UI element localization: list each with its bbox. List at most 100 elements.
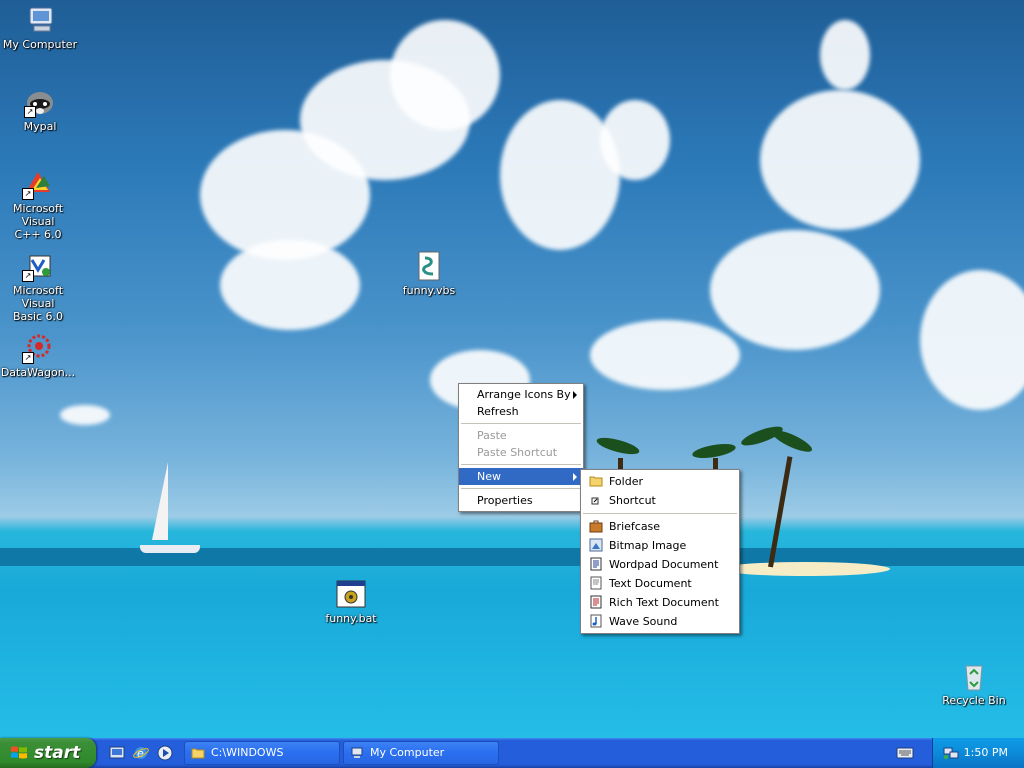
desktop-icon-label-line1: Microsoft Visual [12,202,64,228]
desktop-icon-recycle-bin[interactable]: Recycle Bin [934,660,1014,707]
submenu-item-wordpad-document[interactable]: Wordpad Document [581,555,739,574]
desktop-icon-label: DataWagon... [0,366,76,379]
wordpad-icon [590,557,602,571]
desktop-icon-label: funny.bat [325,612,377,625]
visual-basic-icon: ↗ [22,250,54,282]
taskbar-button-my-computer[interactable]: My Computer [343,741,499,765]
desktop-icon-mypal[interactable]: ↗ Mypal [0,86,80,133]
desktop-icon-label: funny.vbs [402,284,456,297]
folder-icon [589,476,603,487]
desktop-icon-visual-basic[interactable]: ↗ Microsoft Visual Basic 6.0 [0,250,78,323]
network-icon[interactable] [943,746,959,760]
desktop-icon-label-line1: Microsoft Visual [12,284,64,310]
vbs-script-icon [413,250,445,282]
task-label: My Computer [370,746,445,759]
menu-item-paste-shortcut[interactable]: Paste Shortcut [459,444,583,461]
cloud [820,20,870,90]
desktop-icon-label: Mypal [23,120,57,133]
raccoon-icon: ↗ [24,86,56,118]
my-computer-icon [24,4,56,36]
menu-item-properties[interactable]: Properties [459,492,583,509]
submenu-item-rich-text-document[interactable]: Rich Text Document [581,593,739,612]
menu-separator [583,513,737,514]
shortcut-arrow-icon: ↗ [22,352,34,364]
menu-item-refresh[interactable]: Refresh [459,403,583,420]
desktop-icon-label-line2: C++ 6.0 [14,228,62,241]
submenu-arrow-icon [573,391,577,399]
cloud [760,90,920,230]
desktop[interactable]: My Computer ↗ Mypal ↗ Microsoft Visual C… [0,0,1024,738]
submenu-item-label: Rich Text Document [609,596,719,609]
taskbar-button-windows-folder[interactable]: C:\WINDOWS [184,741,340,765]
menu-item-new[interactable]: New [459,468,583,485]
shortcut-arrow-icon: ↗ [22,188,34,200]
menu-item-label: Paste [477,429,507,442]
rich-text-icon [590,595,602,609]
cloud [390,20,500,130]
desktop-icon-my-computer[interactable]: My Computer [0,4,80,51]
my-computer-icon [351,747,363,758]
menu-separator [461,464,581,465]
desktop-icon-label-line2: Basic 6.0 [12,310,64,323]
menu-item-label: New [477,470,501,483]
desktop-icon-visual-cpp[interactable]: ↗ Microsoft Visual C++ 6.0 [0,168,78,241]
visual-cpp-icon: ↗ [22,168,54,200]
sailboat [152,462,168,540]
quick-launch-bar: e [104,744,180,762]
cloud [710,230,880,350]
palm-leaves [595,434,641,458]
submenu-item-label: Wordpad Document [609,558,719,571]
menu-item-arrange-icons-by[interactable]: Arrange Icons By [459,386,583,403]
menu-item-paste[interactable]: Paste [459,427,583,444]
datawagon-icon: ↗ [22,332,54,364]
start-label: start [34,743,81,763]
cloud [920,270,1024,410]
briefcase-icon [589,520,603,533]
menu-separator [461,488,581,489]
submenu-arrow-icon [573,473,577,481]
desktop-icon-label: Recycle Bin [942,694,1006,707]
menu-separator [461,423,581,424]
menu-item-label: Arrange Icons By [477,388,571,401]
keyboard-icon[interactable] [896,747,914,759]
submenu-item-label: Folder [609,475,643,488]
menu-item-label: Properties [477,494,533,507]
start-button[interactable]: start [0,738,96,768]
new-submenu: Folder Shortcut Briefcase Bitmap Image W… [580,469,740,634]
submenu-item-shortcut[interactable]: Shortcut [581,491,739,510]
submenu-item-briefcase[interactable]: Briefcase [581,517,739,536]
submenu-item-text-document[interactable]: Text Document [581,574,739,593]
palm-leaves [769,426,815,456]
cloud [500,100,620,250]
menu-item-label: Paste Shortcut [477,446,558,459]
submenu-item-label: Bitmap Image [609,539,687,552]
desktop-icon-label: My Computer [2,38,78,51]
desktop-context-menu: Arrange Icons By Refresh Paste Paste Sho… [458,383,584,512]
island [720,562,890,576]
shortcut-icon [591,497,599,505]
text-document-icon [590,576,602,590]
submenu-item-bitmap-image[interactable]: Bitmap Image [581,536,739,555]
show-desktop-icon[interactable] [108,744,126,762]
cloud [600,100,670,180]
submenu-item-folder[interactable]: Folder [581,472,739,491]
system-tray: 1:50 PM [932,738,1024,768]
submenu-item-wave-sound[interactable]: Wave Sound [581,612,739,631]
menu-item-label: Refresh [477,405,519,418]
cloud [590,320,740,390]
wave-sound-icon [590,614,602,628]
cloud [60,405,110,425]
desktop-icon-funny-vbs[interactable]: funny.vbs [389,250,469,297]
taskbar: start e C:\WINDOWS My Computer 1:50 PM [0,738,1024,768]
submenu-item-label: Briefcase [609,520,661,533]
submenu-item-label: Text Document [609,577,692,590]
media-player-icon[interactable] [156,744,174,762]
internet-explorer-icon[interactable]: e [132,744,150,762]
bitmap-icon [589,538,603,552]
batch-file-icon [335,578,367,610]
recycle-bin-icon [958,660,990,692]
desktop-icon-funny-bat[interactable]: funny.bat [311,578,391,625]
clock[interactable]: 1:50 PM [964,746,1008,759]
desktop-icon-datawagon[interactable]: ↗ DataWagon... [0,332,78,379]
task-label: C:\WINDOWS [211,746,284,759]
